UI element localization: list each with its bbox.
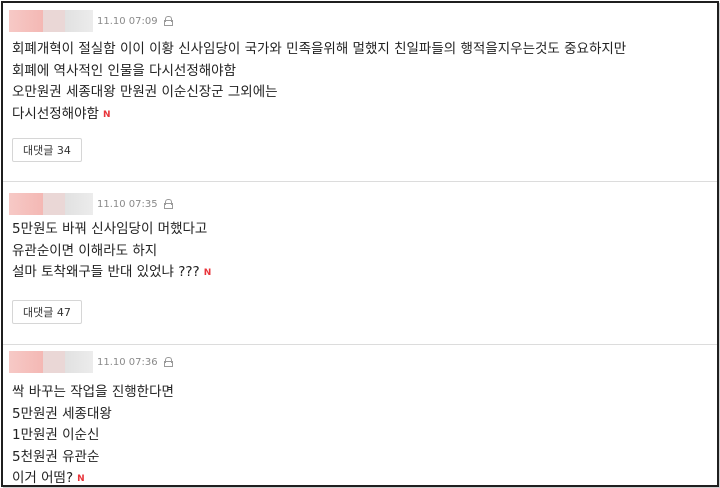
comment-line: 5만원권 세종대왕 [12, 405, 112, 422]
lock-icon [163, 357, 173, 367]
comment-list: 11.10 07:09 회폐개혁이 절실함 이이 이황 신사임당이 국가와 민족… [1, 1, 719, 487]
comment-line: 유관순이면 이해라도 하지 [12, 242, 158, 259]
new-badge: N [102, 109, 111, 120]
comment-header: 11.10 07:36 [9, 350, 173, 374]
comment-text: 싹 바꾸는 작업을 진행한다면 5만원권 세종대왕 1만원권 이순신 5천원권 … [12, 382, 174, 486]
comment-line: 다시선정해야함 N [12, 105, 111, 122]
new-badge: N [77, 474, 85, 484]
blurred-avatar-nickname[interactable] [9, 351, 93, 373]
comment-line: 5만원도 바꿔 신사임당이 머했다고 [12, 221, 208, 237]
lock-icon [163, 199, 173, 209]
comment-time: 11.10 07:36 [97, 356, 158, 368]
comment-line: 1만원권 이순신 [12, 427, 100, 443]
comment-item: 11.10 07:35 5만원도 바꿔 신사임당이 머했다고 유관순이면 이해라… [3, 181, 717, 345]
comment-line: 이거 어떰? N [12, 470, 85, 486]
new-badge: N [203, 268, 212, 278]
comment-text: 5만원도 바꿔 신사임당이 머했다고 유관순이면 이해라도 하지 설마 토착왜구… [12, 219, 211, 285]
comment-line: 회폐에 역사적인 인물을 다시선정해야함 [12, 62, 237, 79]
comment-line: 5천원권 유관순 [12, 448, 100, 465]
comment-line: 설마 토착왜구들 반대 있었냐 ??? N [12, 264, 212, 280]
reply-count-button[interactable]: 대댓글 47 [12, 300, 82, 324]
comment-line: 오만원권 세종대왕 만원권 이순신장군 그외에는 [12, 84, 278, 100]
comment-item: 11.10 07:36 싹 바꾸는 작업을 진행한다면 5만원권 세종대왕 1만… [3, 344, 717, 486]
comment-header: 11.10 07:09 [9, 9, 173, 33]
comment-line: 싹 바꾸는 작업을 진행한다면 [12, 384, 174, 400]
comment-line: 회폐개혁이 절실함 이이 이황 신사임당이 국가와 민족을위해 멀했지 친일파들… [12, 41, 627, 57]
comment-header: 11.10 07:35 [9, 192, 173, 216]
reply-count-button[interactable]: 대댓글 34 [12, 138, 82, 162]
blurred-avatar-nickname[interactable] [9, 10, 93, 32]
blurred-avatar-nickname[interactable] [9, 193, 93, 215]
comment-item: 11.10 07:09 회폐개혁이 절실함 이이 이황 신사임당이 국가와 민족… [3, 3, 717, 181]
comment-time: 11.10 07:09 [97, 15, 158, 27]
lock-icon [163, 16, 173, 26]
comment-time: 11.10 07:35 [97, 198, 158, 210]
comment-text: 회폐개혁이 절실함 이이 이황 신사임당이 국가와 민족을위해 멀했지 친일파들… [12, 39, 626, 126]
